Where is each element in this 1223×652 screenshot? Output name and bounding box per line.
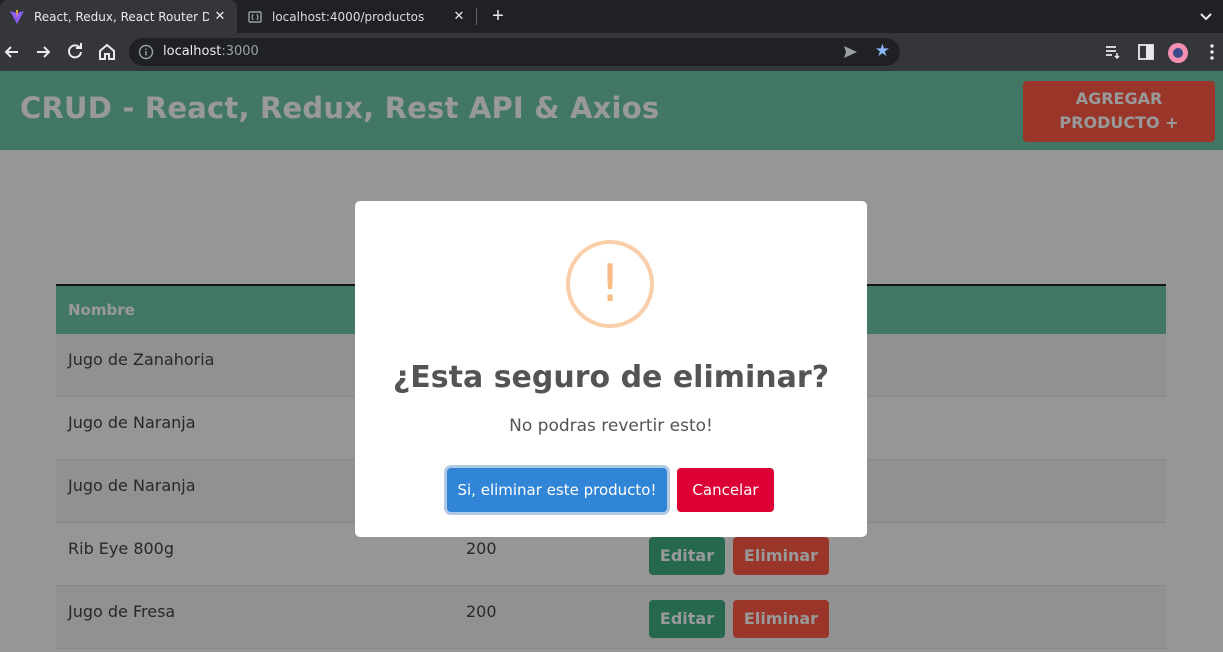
browser-tab-active[interactable]: React, Redux, React Router DOM ✕ [0,0,237,33]
send-icon[interactable] [842,44,858,60]
browser-tab[interactable]: localhost:4000/productos ✕ [238,0,476,33]
dialog-message: No podras revertir esto! [509,416,713,436]
close-tab-icon[interactable]: ✕ [448,9,470,24]
browser-menu-icon[interactable] [1202,42,1222,62]
confirm-delete-button[interactable]: Si, eliminar este producto! [447,468,667,512]
tab-divider [476,8,477,25]
reload-icon[interactable] [63,40,87,64]
profile-avatar-icon[interactable] [1167,42,1188,63]
browser-tab-strip: React, Redux, React Router DOM ✕ localho… [0,0,1223,33]
confirm-delete-dialog: ! ¿Esta seguro de eliminar? No podras re… [355,201,867,537]
bookmark-star-icon[interactable]: ★ [875,41,890,61]
close-tab-icon[interactable]: ✕ [209,9,231,24]
warning-icon: ! [566,240,654,328]
page-viewport: CRUD - React, Redux, Rest API & Axios AG… [0,71,1223,652]
site-info-icon[interactable] [138,44,154,60]
side-panel-icon[interactable] [1136,42,1156,62]
tab-search-chevron-icon[interactable] [1199,6,1215,26]
url-host: localhost [163,44,222,59]
cancel-button[interactable]: Cancelar [677,468,774,512]
url-text: localhost:3000 [163,44,259,59]
forward-arrow-icon[interactable] [31,40,55,64]
reading-list-icon[interactable] [1103,42,1123,62]
url-port: :3000 [221,44,259,59]
browser-toolbar: localhost:3000 ★ [0,33,1223,71]
back-arrow-icon[interactable] [0,40,24,64]
dialog-title: ¿Esta seguro de eliminar? [392,360,830,395]
new-tab-icon[interactable]: + [487,4,509,28]
vite-icon [9,9,25,25]
json-icon [247,9,263,25]
tab-title: localhost:4000/productos [272,9,425,24]
home-icon[interactable] [95,40,119,64]
address-bar[interactable]: localhost:3000 ★ [129,38,900,66]
tab-title: React, Redux, React Router DOM [34,9,209,24]
